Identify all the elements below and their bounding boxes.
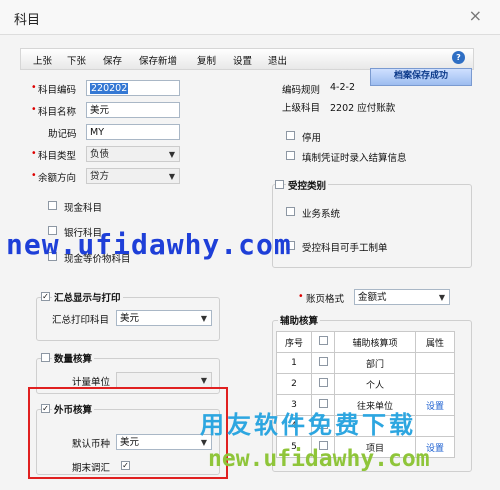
summary-print-checkbox[interactable]: ✓: [41, 292, 50, 301]
watermark-chinese: 用友软件免费下载: [200, 411, 416, 439]
balance-select[interactable]: 贷方 ▼: [86, 168, 180, 184]
table-row: 1 部门: [276, 352, 455, 374]
balance-label: 余额方向: [38, 173, 77, 184]
disabled-label: 停用: [302, 133, 322, 144]
unit-label: 计量单位: [72, 377, 111, 388]
controlled-title: 受控类别: [286, 178, 329, 192]
col-header-no: 序号: [276, 331, 312, 353]
controlled-checkbox[interactable]: [275, 180, 284, 189]
col-header-attr: 属性: [415, 331, 455, 353]
row-attr-settings-link[interactable]: 设置: [415, 394, 455, 416]
col-header-item: 辅助核算项: [334, 331, 416, 353]
business-checkbox[interactable]: [286, 207, 295, 216]
unit-select[interactable]: ▼: [116, 372, 212, 388]
row-checkbox[interactable]: [318, 357, 328, 366]
print-subject-select[interactable]: 美元 ▼: [116, 310, 212, 326]
account-format-value: 金额式: [358, 292, 387, 303]
prev-button[interactable]: 上张: [33, 53, 52, 67]
type-label: 科目类型: [38, 151, 77, 162]
toolbar: 上张 下张 保存 保存新增 复制 设置 退出 ?: [20, 48, 474, 70]
chevron-down-icon: ▼: [200, 314, 207, 323]
name-input[interactable]: 美元: [86, 102, 180, 118]
manual-label: 受控科目可手工制单: [302, 243, 388, 254]
row-no: 2: [276, 373, 312, 395]
copy-button[interactable]: 复制: [197, 53, 216, 67]
watermark-url-top: new.ufidawhy.com: [6, 228, 292, 261]
chevron-down-icon: ▼: [168, 150, 175, 159]
highlight-box: [28, 387, 228, 479]
row-item: 个人: [334, 373, 416, 395]
code-input[interactable]: 220202: [86, 80, 180, 96]
type-value: 负债: [90, 149, 110, 160]
save-new-button[interactable]: 保存新增: [139, 53, 177, 67]
summary-print-title: 汇总显示与打印: [52, 290, 123, 304]
row-attr[interactable]: [415, 415, 455, 437]
rule-label: 编码规则: [282, 85, 321, 96]
watermark-url-bottom: new.ufidawhy.com: [208, 446, 430, 472]
row-item: 部门: [334, 352, 416, 374]
account-format-label: 账页格式: [306, 294, 345, 305]
code-label: 科目编码: [38, 85, 77, 96]
settlement-checkbox[interactable]: [286, 151, 295, 160]
business-label: 业务系统: [302, 209, 341, 220]
settlement-label: 填制凭证时录入结算信息: [302, 153, 407, 164]
row-attr[interactable]: [415, 352, 455, 374]
col-header-check: [311, 331, 335, 353]
next-button[interactable]: 下张: [67, 53, 86, 67]
window-title: 科目: [14, 13, 41, 28]
print-subject-label: 汇总打印科目: [52, 315, 110, 326]
required-mark: •: [298, 291, 304, 302]
mnemonic-input[interactable]: MY: [86, 124, 180, 140]
subject-dialog: 科目 × 上张 下张 保存 保存新增 复制 设置 退出 ? 档案保存成功 • 科…: [0, 0, 500, 490]
title-bar: 科目 ×: [0, 0, 500, 35]
row-attr[interactable]: [415, 373, 455, 395]
select-all-checkbox[interactable]: [318, 336, 328, 345]
parent-label: 上级科目: [282, 103, 321, 114]
account-format-select[interactable]: 金额式 ▼: [354, 289, 450, 305]
cash-checkbox[interactable]: [48, 201, 57, 210]
print-subject-value: 美元: [120, 313, 140, 324]
rule-value: 4-2-2: [330, 82, 355, 93]
type-select[interactable]: 负债 ▼: [86, 146, 180, 162]
chevron-down-icon: ▼: [168, 172, 175, 181]
name-label: 科目名称: [38, 107, 77, 118]
disabled-checkbox[interactable]: [286, 131, 295, 140]
controlled-group: [272, 184, 472, 268]
aux-title: 辅助核算: [278, 313, 321, 327]
help-icon[interactable]: ?: [452, 51, 465, 64]
row-no: 1: [276, 352, 312, 374]
table-row: 2 个人: [276, 373, 455, 395]
quantity-title: 数量核算: [52, 351, 95, 365]
mnemonic-label: 助记码: [48, 129, 77, 140]
chevron-down-icon: ▼: [438, 293, 445, 302]
save-button[interactable]: 保存: [103, 53, 122, 67]
exit-button[interactable]: 退出: [268, 53, 287, 67]
status-badge: 档案保存成功: [370, 68, 472, 86]
chevron-down-icon: ▼: [200, 376, 207, 385]
row-checkbox[interactable]: [318, 378, 328, 387]
settings-button[interactable]: 设置: [233, 53, 252, 67]
quantity-checkbox[interactable]: [41, 353, 50, 362]
parent-value: 2202 应付账款: [330, 103, 396, 114]
code-value: 220202: [90, 83, 129, 94]
close-icon[interactable]: ×: [469, 6, 482, 25]
cash-label: 现金科目: [64, 203, 103, 214]
table-header-row: 序号 辅助核算项 属性: [276, 331, 455, 353]
balance-value: 贷方: [90, 171, 110, 182]
